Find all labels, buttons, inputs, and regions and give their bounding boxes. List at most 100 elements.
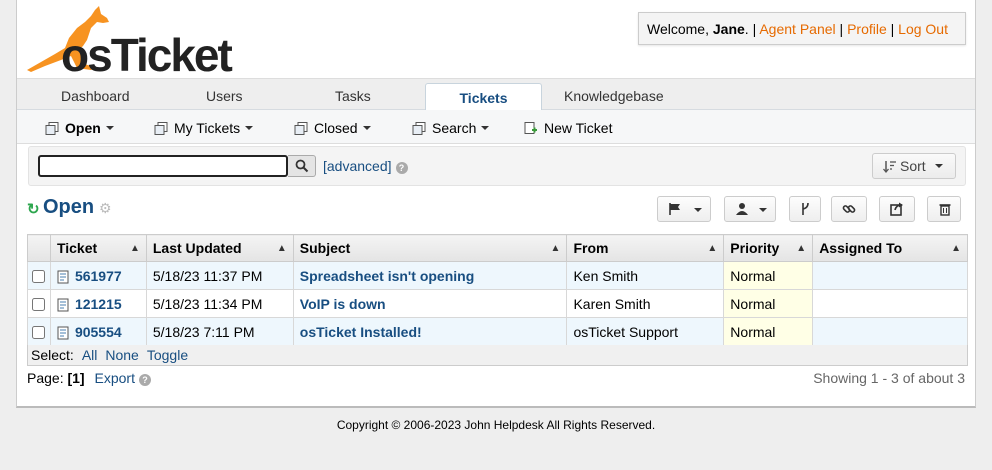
- sort-arrows-icon: ▲︎: [951, 243, 961, 254]
- col-subject-label: Subject: [299, 240, 351, 256]
- link-button[interactable]: [831, 196, 867, 222]
- chevron-down-icon: [362, 126, 371, 130]
- chevron-down-icon: [245, 126, 254, 130]
- tab-users[interactable]: Users: [206, 88, 243, 104]
- main-nav: Dashboard Users Tasks Tickets Knowledgeb…: [17, 78, 975, 112]
- priority-cell: Normal: [723, 317, 814, 346]
- ticket-number-cell: 121215: [49, 289, 147, 318]
- row-select-cell: [27, 261, 51, 290]
- tickets-icon: [45, 122, 59, 135]
- select-all-link[interactable]: All: [82, 347, 98, 363]
- user-icon: [736, 203, 748, 215]
- osticket-logo[interactable]: osTicket: [25, 6, 245, 81]
- from-cell: osTicket Support: [566, 317, 725, 346]
- table-row[interactable]: 561977 5/18/23 11:37 PM Spreadsheet isn'…: [27, 261, 968, 290]
- export-link[interactable]: Export: [95, 370, 135, 386]
- row-checkbox[interactable]: [32, 270, 46, 284]
- subnav-search[interactable]: Search: [412, 120, 490, 136]
- col-last-updated[interactable]: Last Updated ▲︎: [145, 234, 294, 262]
- sort-icon: [883, 161, 896, 174]
- tickets-table: Ticket ▲︎ Last Updated ▲︎ Subject ▲︎ From ▲︎…: [27, 234, 968, 346]
- col-priority[interactable]: Priority ▲︎: [723, 234, 814, 262]
- subnav-search-label: Search: [432, 120, 477, 136]
- profile-link[interactable]: Profile: [847, 21, 887, 37]
- col-ticket-label: Ticket: [56, 240, 98, 256]
- row-select-cell: [27, 317, 51, 346]
- subnav-closed[interactable]: Closed: [294, 120, 371, 136]
- change-status-button[interactable]: [657, 196, 711, 222]
- subject-cell: osTicket Installed!: [292, 317, 568, 346]
- subnav-new-ticket[interactable]: New Ticket: [524, 120, 612, 136]
- subnav-my-tickets[interactable]: My Tickets: [154, 120, 254, 136]
- ticket-number-link[interactable]: 905554: [75, 324, 122, 340]
- search-button[interactable]: [288, 155, 316, 177]
- logout-link[interactable]: Log Out: [898, 21, 948, 37]
- ticket-number-link[interactable]: 121215: [75, 296, 122, 312]
- advanced-search-link[interactable]: [advanced]?: [323, 158, 408, 174]
- help-icon: ?: [395, 162, 408, 174]
- table-row[interactable]: 121215 5/18/23 11:34 PM VoIP is down Kar…: [27, 289, 968, 318]
- tab-tickets[interactable]: Tickets: [425, 83, 542, 112]
- assigned-cell: [812, 289, 968, 318]
- col-from[interactable]: From ▲︎: [566, 234, 725, 262]
- showing-count: Showing 1 - 3 of about 3: [813, 370, 965, 386]
- table-row[interactable]: 905554 5/18/23 7:11 PM osTicket Installe…: [27, 317, 968, 346]
- subnav-new-ticket-label: New Ticket: [544, 120, 613, 136]
- row-checkbox[interactable]: [32, 298, 46, 312]
- tab-dashboard[interactable]: Dashboard: [61, 88, 130, 104]
- sub-nav: Open My Tickets Closed Search New Ticket: [17, 110, 975, 144]
- col-assigned-to[interactable]: Assigned To ▲︎: [812, 234, 968, 262]
- delete-button[interactable]: [927, 196, 961, 222]
- subnav-closed-label: Closed: [314, 120, 358, 136]
- select-none-link[interactable]: None: [105, 347, 138, 363]
- refresh-icon[interactable]: ↻: [27, 200, 40, 218]
- subnav-open[interactable]: Open: [45, 120, 114, 136]
- last-updated-cell: 5/18/23 11:34 PM: [145, 289, 294, 318]
- col-subject[interactable]: Subject ▲︎: [292, 234, 568, 262]
- page-title[interactable]: Open: [43, 196, 94, 219]
- trash-icon: [939, 204, 951, 216]
- page-container: osTicket Welcome, Jane. | Agent Panel | …: [16, 0, 976, 408]
- page-label: Page:: [27, 370, 64, 386]
- tab-tasks[interactable]: Tasks: [335, 88, 371, 104]
- subject-cell: VoIP is down: [292, 289, 568, 318]
- pagination: Page: [1] Export?: [27, 370, 151, 386]
- sort-button[interactable]: Sort: [872, 153, 956, 179]
- tickets-icon: [294, 122, 308, 135]
- assigned-cell: [812, 261, 968, 290]
- chevron-down-icon: [759, 208, 767, 212]
- ticket-icon: [57, 298, 69, 311]
- subject-cell: Spreadsheet isn't opening: [292, 261, 568, 290]
- search-icon: [295, 159, 309, 173]
- ticket-number-link[interactable]: 561977: [75, 268, 122, 284]
- sort-arrows-icon: ▲︎: [707, 243, 718, 254]
- gear-icon[interactable]: ⚙: [99, 200, 112, 217]
- col-last-updated-label: Last Updated: [152, 240, 242, 256]
- chevron-down-icon: [481, 126, 490, 130]
- subject-link[interactable]: VoIP is down: [300, 296, 386, 312]
- row-checkbox[interactable]: [32, 326, 46, 340]
- subnav-my-tickets-label: My Tickets: [174, 120, 241, 136]
- col-ticket[interactable]: Ticket ▲︎: [49, 234, 147, 262]
- select-toggle-link[interactable]: Toggle: [147, 347, 188, 363]
- logo-wordmark: osTicket: [61, 29, 233, 81]
- subject-link[interactable]: Spreadsheet isn't opening: [300, 268, 474, 284]
- sort-arrows-icon: ▲︎: [550, 243, 561, 254]
- transfer-button[interactable]: [879, 196, 915, 222]
- ticket-icon: [57, 326, 69, 339]
- new-ticket-icon: [524, 122, 537, 134]
- merge-icon: [802, 202, 809, 215]
- search-input[interactable]: [38, 155, 288, 177]
- subject-link[interactable]: osTicket Installed!: [300, 324, 422, 340]
- current-page: [1]: [67, 370, 85, 386]
- merge-button[interactable]: [789, 196, 821, 222]
- footer-copyright: Copyright © 2006-2023 John Helpdesk All …: [336, 418, 656, 432]
- from-cell: Karen Smith: [566, 289, 725, 318]
- select-label: Select:: [31, 347, 74, 363]
- tickets-icon: [412, 122, 426, 135]
- agent-panel-link[interactable]: Agent Panel: [759, 21, 835, 37]
- chevron-down-icon: [694, 208, 702, 212]
- assign-button[interactable]: [724, 196, 776, 222]
- share-icon: [890, 202, 903, 216]
- tab-knowledgebase[interactable]: Knowledgebase: [564, 88, 664, 104]
